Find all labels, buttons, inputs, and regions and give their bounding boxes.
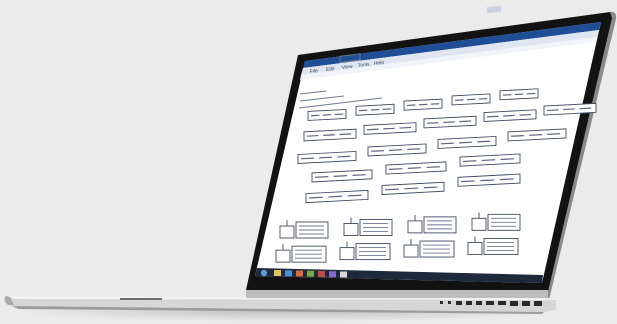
port-icon (498, 301, 506, 305)
block-text-mark (399, 126, 412, 129)
block-text-mark (423, 186, 438, 189)
app-icon[interactable] (318, 271, 325, 277)
block-text-mark (383, 127, 395, 130)
block-text-mark (333, 175, 348, 177)
block-text-mark (459, 120, 472, 123)
block-text-mark (426, 166, 440, 169)
diagram-block[interactable] (355, 103, 395, 116)
block-text-mark (441, 142, 454, 145)
laptop-illustration: File Edit View Tools Help (4, 5, 617, 314)
block-text-mark (339, 133, 352, 136)
block-text-mark (579, 107, 592, 110)
block-text-mark (347, 194, 362, 197)
folder-icon[interactable] (274, 270, 281, 276)
port-icon (440, 301, 443, 304)
block-text-mark (563, 108, 575, 111)
block-text-mark (319, 156, 333, 159)
block-text-mark (389, 149, 403, 151)
block-text-mark (407, 167, 422, 170)
laptop-scene: File Edit View Tools Help (0, 0, 617, 324)
block-text-mark (481, 159, 496, 162)
block-text-mark (499, 178, 514, 181)
start-icon[interactable] (260, 269, 268, 277)
toolbar-button[interactable] (487, 5, 501, 14)
app-icon[interactable] (329, 271, 336, 278)
port-icon (534, 301, 542, 306)
block-text-mark (503, 114, 515, 117)
block-text-mark (407, 148, 421, 151)
block-text-mark (337, 155, 351, 158)
block-text-mark (352, 174, 366, 176)
block-text-mark (367, 128, 379, 131)
browser-icon[interactable] (285, 270, 292, 277)
block-text-mark (477, 140, 491, 143)
block-text-mark (323, 134, 335, 136)
block-text-mark (389, 168, 403, 170)
port-icon (466, 301, 472, 305)
port-icon (486, 301, 494, 305)
block-text-mark (463, 160, 477, 163)
block-text-mark (427, 122, 439, 124)
block-text-mark (307, 134, 319, 137)
block-text-mark (309, 196, 323, 199)
block-text-mark (301, 157, 314, 160)
port-icon (476, 301, 482, 305)
block-text-mark (461, 180, 475, 183)
block-text-mark (519, 113, 532, 116)
port-icon (448, 301, 451, 304)
block-text-mark (459, 141, 473, 144)
block-text-mark (547, 133, 561, 135)
block-text-mark (404, 187, 419, 190)
app-icon[interactable] (296, 270, 303, 277)
port-icon (456, 301, 462, 305)
block-text-mark (480, 179, 495, 182)
port-icon (510, 301, 518, 306)
block-text-mark (547, 109, 559, 112)
diagram-block[interactable] (403, 98, 443, 111)
hinge (246, 290, 548, 298)
app-icon[interactable] (340, 271, 347, 278)
diagram-block[interactable] (451, 93, 491, 106)
diagram-block[interactable] (307, 108, 347, 121)
block-text-mark (487, 115, 499, 118)
block-text-mark (511, 135, 524, 137)
block-text-mark (529, 134, 543, 136)
opening-notch (120, 298, 162, 300)
app-icon[interactable] (307, 270, 314, 277)
block-text-mark (443, 121, 455, 124)
block-text-mark (371, 150, 384, 152)
block-text-mark (385, 188, 399, 191)
block-text-mark (500, 158, 514, 161)
block-text-mark (315, 176, 329, 178)
block-text-mark (328, 195, 343, 198)
port-icon (522, 301, 530, 306)
diagram-block[interactable] (499, 88, 539, 101)
